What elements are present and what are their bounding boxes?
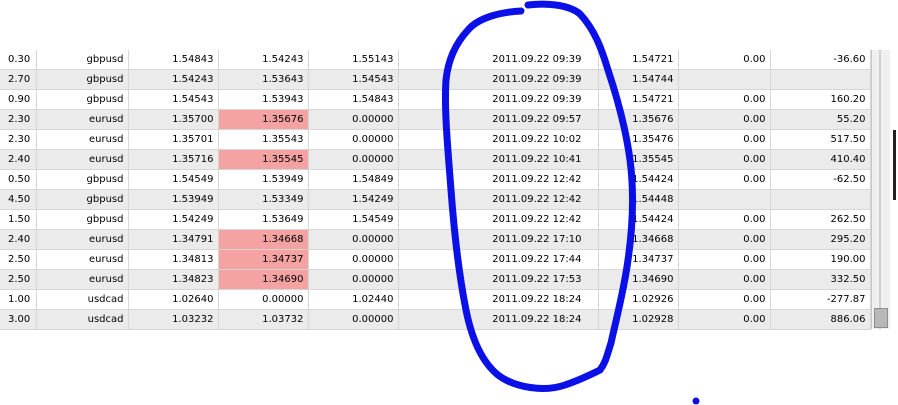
dot-annotation: [692, 397, 700, 405]
circle-annotation-stroke: [441, 0, 636, 392]
hand-drawn-annotation: [441, 0, 700, 405]
